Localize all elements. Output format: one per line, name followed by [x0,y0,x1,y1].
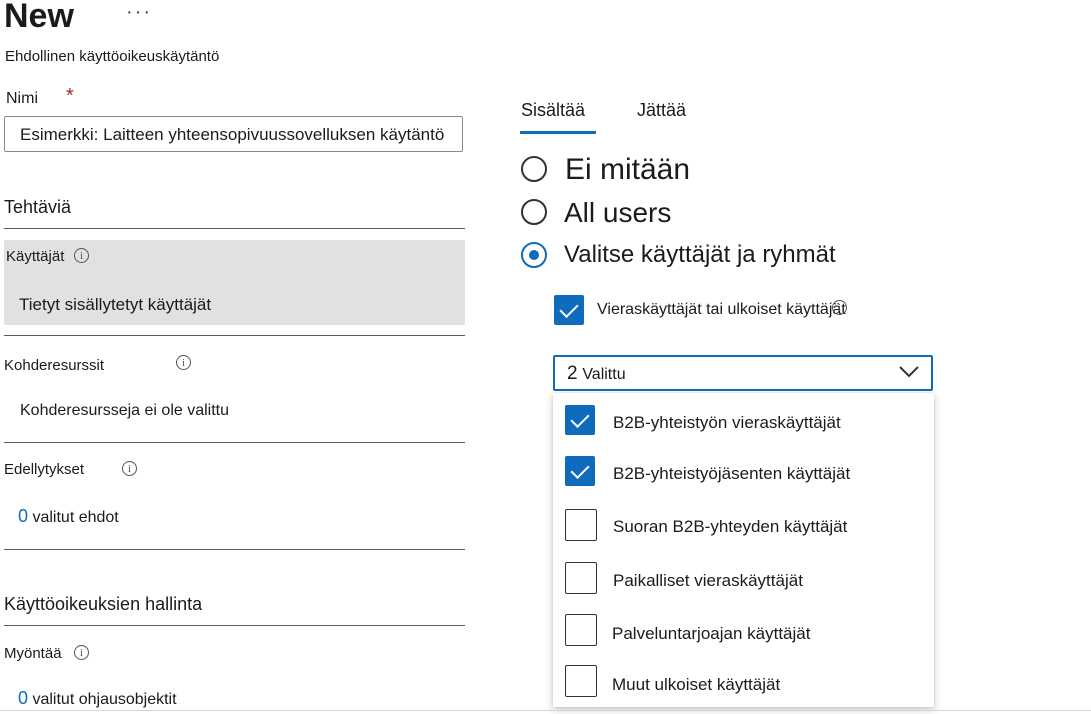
assignments-title: Tehtäviä [4,197,72,217]
info-icon[interactable]: i [74,645,89,660]
radio-select-users-label: Valitse käyttäjät ja ryhmät [564,241,836,268]
option-label: B2B-yhteistyöjäsenten käyttäjät [613,464,851,483]
users-label: Käyttäjät [6,248,65,265]
grant-value[interactable]: 0 valitut ohjausobjektit [18,688,177,710]
radio-all-users-label: All users [564,197,672,228]
guest-types-dropdown[interactable]: 2 Valittu [553,355,933,391]
option-checkbox[interactable] [565,665,597,697]
option-label: Suoran B2B-yhteyden käyttäjät [613,517,848,536]
divider [4,228,465,229]
info-icon[interactable]: i [832,300,847,315]
option-label: B2B-yhteistyön vieraskäyttäjät [613,413,841,432]
conditions-label: Edellytykset [4,461,85,478]
dropdown-options-panel: B2B-yhteistyön vieraskäyttäjät B2B-yhtei… [553,393,934,707]
tab-include[interactable]: Sisältää [521,99,585,121]
guest-users-checkbox[interactable] [554,295,584,325]
bottom-border [0,710,1091,711]
conditions-count: 0 [18,506,29,526]
option-label: Palveluntarjoajan käyttäjät [612,624,811,643]
option-checkbox[interactable] [565,562,597,594]
dropdown-value: Valittu [582,366,626,383]
info-icon[interactable]: i [74,248,89,263]
info-icon[interactable]: i [122,461,137,476]
target-resources-label: Kohderesurssit [4,357,105,374]
radio-button-selected[interactable] [521,242,547,268]
grant-count: 0 [18,688,29,708]
dropdown-option[interactable]: Palveluntarjoajan käyttäjät [565,614,925,650]
conditions-text: valitut ehdot [32,509,119,526]
radio-button[interactable] [521,156,547,182]
divider [4,549,465,550]
required-marker: * [66,85,74,107]
guest-users-label: Vieraskäyttäjät tai ulkoiset käyttäjät [597,301,846,318]
radio-button[interactable] [521,199,547,225]
radio-none-label: Ei mitään [565,153,691,186]
divider [4,442,465,443]
conditions-value[interactable]: 0 valitut ehdot [18,506,119,528]
page-title: New [4,0,74,35]
dropdown-count: 2 [567,363,578,384]
option-label: Muut ulkoiset käyttäjät [612,675,781,694]
access-controls-title: Käyttöoikeuksien hallinta [4,594,203,614]
page-subtitle: Ehdollinen käyttöoikeuskäytäntö [5,48,220,65]
chevron-down-icon[interactable] [899,365,919,379]
target-resources-value[interactable]: Kohderesursseja ei ole valittu [20,401,229,421]
users-row[interactable]: Käyttäjät i Tietyt sisällytetyt käyttäjä… [4,240,465,325]
option-checkbox[interactable] [565,456,595,486]
info-icon[interactable]: i [176,355,191,370]
dropdown-option[interactable]: B2B-yhteistyöjäsenten käyttäjät [565,456,925,492]
grant-text: valitut ohjausobjektit [32,691,177,708]
option-checkbox[interactable] [565,614,597,646]
users-value[interactable]: Tietyt sisällytetyt käyttäjät [19,295,211,315]
divider [4,625,465,626]
dropdown-option[interactable]: Suoran B2B-yhteyden käyttäjät [565,509,925,545]
grant-label: Myöntää [4,645,62,662]
policy-name-input[interactable]: Esimerkki: Laitteen yhteensopivuussovell… [4,116,463,152]
dropdown-selected-text: 2 Valittu [567,364,626,385]
option-label: Paikalliset vieraskäyttäjät [613,571,803,590]
dropdown-option[interactable]: Muut ulkoiset käyttäjät [565,665,925,701]
option-checkbox[interactable] [565,509,597,541]
dropdown-option[interactable]: Paikalliset vieraskäyttäjät [565,562,925,598]
divider [4,335,465,336]
option-checkbox[interactable] [565,405,595,435]
tab-exclude[interactable]: Jättää [637,99,686,121]
name-label: Nimi [6,90,38,107]
more-options-button[interactable]: ··· [126,0,152,24]
active-tab-indicator [520,131,596,134]
dropdown-option[interactable]: B2B-yhteistyön vieraskäyttäjät [565,405,925,441]
